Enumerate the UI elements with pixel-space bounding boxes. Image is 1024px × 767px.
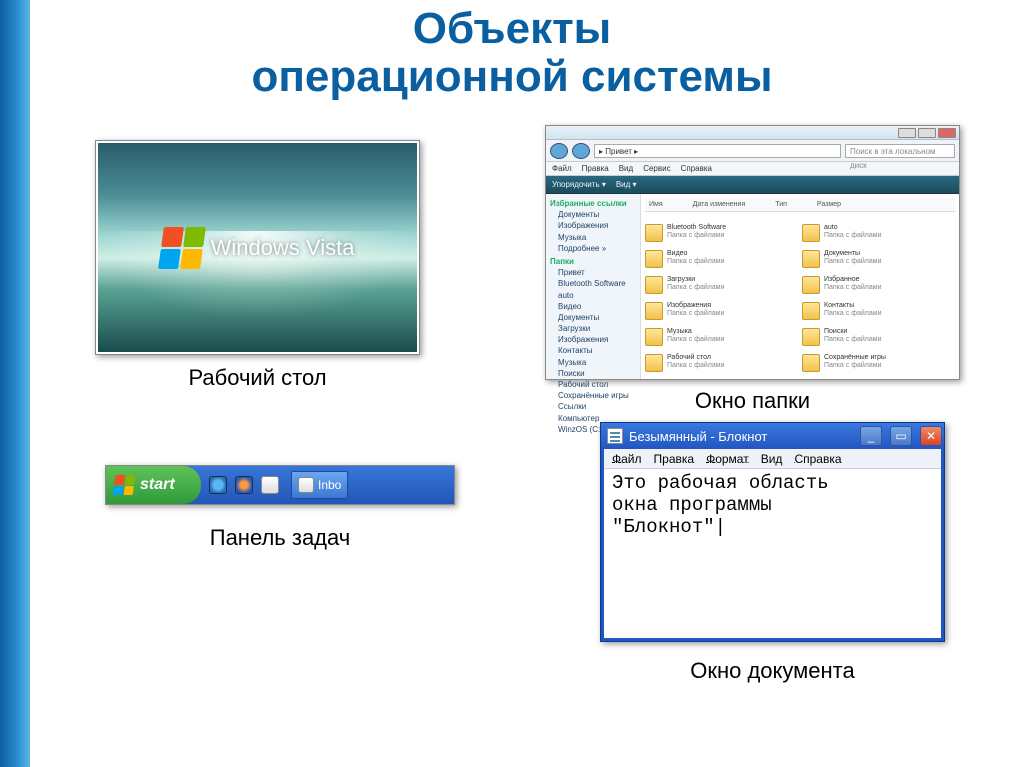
explorer-menubar: Файл Правка Вид Сервис Справка bbox=[546, 162, 959, 176]
explorer-titlebar bbox=[546, 126, 959, 140]
file-item[interactable]: Рабочий столПапка с файлами bbox=[645, 354, 798, 378]
tree-item[interactable]: auto bbox=[550, 290, 636, 301]
tree-item[interactable]: Привет bbox=[550, 267, 636, 278]
minimize-button[interactable] bbox=[898, 128, 916, 138]
tree-item[interactable]: Музыка bbox=[550, 357, 636, 368]
sidebar-link[interactable]: Документы bbox=[550, 209, 636, 220]
firefox-icon[interactable] bbox=[235, 476, 253, 494]
caption-doc-window: Окно документа bbox=[600, 658, 945, 684]
tree-item[interactable]: Bluetooth Software bbox=[550, 278, 636, 289]
menu-help[interactable]: Справка bbox=[794, 452, 841, 466]
folder-icon bbox=[645, 354, 663, 372]
title-line2: операционной системы bbox=[0, 53, 1024, 101]
menu-edit[interactable]: Правка bbox=[582, 164, 609, 173]
file-item[interactable]: ДокументыПапка с файлами bbox=[802, 250, 955, 274]
windows-flag-icon bbox=[113, 475, 136, 495]
folder-icon bbox=[802, 354, 820, 372]
nav-back-button[interactable] bbox=[550, 143, 568, 159]
caption-taskbar: Панель задач bbox=[105, 525, 455, 551]
title-line1: Объекты bbox=[0, 5, 1024, 53]
ie-icon[interactable] bbox=[209, 476, 227, 494]
slide-accent-sidebar bbox=[0, 0, 30, 767]
folder-icon bbox=[802, 276, 820, 294]
notepad-menubar: Файл Правка Формат Вид Справка bbox=[604, 449, 941, 469]
sidebar-link[interactable]: Подробнее » bbox=[550, 243, 636, 254]
menu-view[interactable]: Вид bbox=[619, 164, 633, 173]
tree-item[interactable]: Загрузки bbox=[550, 323, 636, 334]
folder-icon bbox=[645, 276, 663, 294]
folder-icon bbox=[645, 250, 663, 268]
explorer-toolbar: Упорядочить ▾ Вид ▾ bbox=[546, 176, 959, 194]
file-item[interactable]: ИзбранноеПапка с файлами bbox=[802, 276, 955, 300]
notepad-text-area[interactable]: Это рабочая область окна программы "Блок… bbox=[604, 469, 941, 612]
menu-format[interactable]: Формат bbox=[706, 452, 749, 466]
folder-icon bbox=[802, 302, 820, 320]
tree-item[interactable]: Контакты bbox=[550, 345, 636, 356]
sidebar-link[interactable]: Изображения bbox=[550, 220, 636, 231]
file-item[interactable]: КонтактыПапка с файлами bbox=[802, 302, 955, 326]
explorer-sidebar: Избранные ссылки Документы Изображения М… bbox=[546, 194, 641, 379]
folder-icon bbox=[802, 250, 820, 268]
file-item[interactable]: ВидеоПапка с файлами bbox=[645, 250, 798, 274]
close-button[interactable] bbox=[938, 128, 956, 138]
start-button[interactable]: start bbox=[106, 466, 201, 504]
notepad-titlebar: Безымянный - Блокнот _ ▭ ✕ bbox=[601, 423, 944, 449]
windows-flag-icon bbox=[158, 227, 206, 269]
search-box[interactable]: Поиск в эта локальном диск bbox=[845, 144, 955, 158]
slide-title: Объекты операционной системы bbox=[0, 0, 1024, 102]
tree-item[interactable]: Видео bbox=[550, 301, 636, 312]
tree-item[interactable]: Поиски bbox=[550, 368, 636, 379]
file-item[interactable]: ПоискиПапка с файлами bbox=[802, 328, 955, 352]
file-item[interactable]: Bluetooth SoftwareПапка с файлами bbox=[645, 224, 798, 248]
file-item[interactable]: ИзображенияПапка с файлами bbox=[645, 302, 798, 326]
close-button[interactable]: ✕ bbox=[920, 426, 942, 446]
caption-desktop: Рабочий стол bbox=[95, 365, 420, 391]
caption-folder-window: Окно папки bbox=[545, 388, 960, 414]
taskbar-app-button[interactable]: Inbo bbox=[291, 471, 348, 499]
menu-file[interactable]: Файл bbox=[552, 164, 572, 173]
menu-file[interactable]: Файл bbox=[612, 452, 642, 466]
folder-icon bbox=[802, 328, 820, 346]
folder-icon bbox=[645, 224, 663, 242]
notepad-icon bbox=[607, 428, 623, 444]
tree-item[interactable]: Изображения bbox=[550, 334, 636, 345]
menu-edit[interactable]: Правка bbox=[654, 452, 695, 466]
menu-help[interactable]: Справка bbox=[681, 164, 712, 173]
folder-icon bbox=[645, 328, 663, 346]
app-icon bbox=[298, 477, 314, 493]
toolbar-view[interactable]: Вид ▾ bbox=[616, 180, 637, 189]
notepad-screenshot: Безымянный - Блокнот _ ▭ ✕ Файл Правка Ф… bbox=[600, 422, 945, 642]
mail-icon[interactable] bbox=[261, 476, 279, 494]
folder-window-screenshot: ▸ Привет ▸ Поиск в эта локальном диск Фа… bbox=[545, 125, 960, 380]
file-item[interactable]: Сохранённые игрыПапка с файлами bbox=[802, 354, 955, 378]
maximize-button[interactable] bbox=[918, 128, 936, 138]
file-item[interactable]: ЗагрузкиПапка с файлами bbox=[645, 276, 798, 300]
sidebar-link[interactable]: Музыка bbox=[550, 232, 636, 243]
explorer-file-pane: Имя Дата изменения Тип Размер Bluetooth … bbox=[641, 194, 959, 379]
taskbar-screenshot: start Inbo bbox=[105, 465, 455, 505]
notepad-title-text: Безымянный - Блокнот bbox=[629, 429, 767, 444]
maximize-button[interactable]: ▭ bbox=[890, 426, 912, 446]
folder-icon bbox=[802, 224, 820, 242]
address-bar[interactable]: ▸ Привет ▸ bbox=[594, 144, 841, 158]
nav-forward-button[interactable] bbox=[572, 143, 590, 159]
column-headers: Имя Дата изменения Тип Размер bbox=[645, 198, 955, 212]
folder-icon bbox=[645, 302, 663, 320]
file-item[interactable]: МузыкаПапка с файлами bbox=[645, 328, 798, 352]
tree-item[interactable]: Документы bbox=[550, 312, 636, 323]
desktop-screenshot: Windows Vista bbox=[95, 140, 420, 355]
toolbar-organize[interactable]: Упорядочить ▾ bbox=[552, 180, 606, 189]
vista-brand-text: Windows Vista bbox=[211, 235, 355, 261]
minimize-button[interactable]: _ bbox=[860, 426, 882, 446]
menu-view[interactable]: Вид bbox=[761, 452, 783, 466]
menu-tools[interactable]: Сервис bbox=[643, 164, 670, 173]
file-item[interactable]: autoПапка с файлами bbox=[802, 224, 955, 248]
